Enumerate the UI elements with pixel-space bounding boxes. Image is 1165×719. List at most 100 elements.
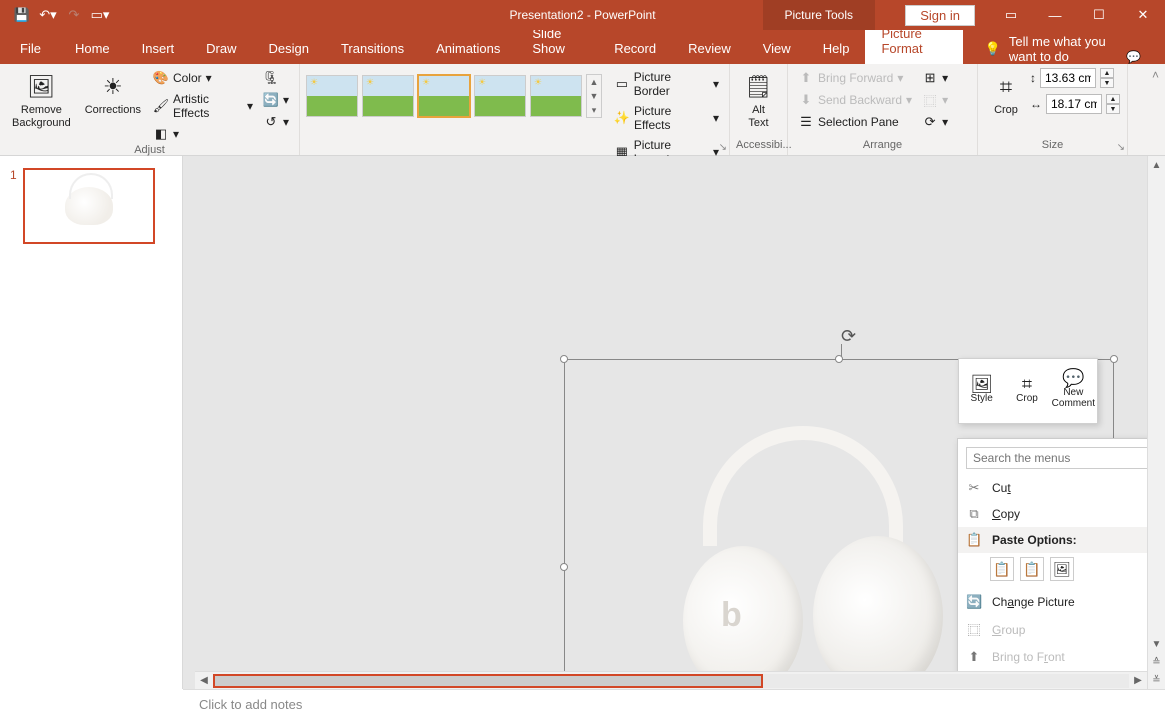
rotate-button[interactable]: ⟳▾ <box>918 112 952 132</box>
align-icon: ⊞ <box>922 70 938 86</box>
tab-draw[interactable]: Draw <box>190 33 252 64</box>
height-spin[interactable]: ▲▼ <box>1100 68 1114 88</box>
picture-border-button[interactable]: ▭Picture Border▾ <box>610 68 723 100</box>
maximize-icon[interactable]: ☐ <box>1077 0 1121 30</box>
artistic-effects-button[interactable]: 🖌Artistic Effects▾ <box>149 90 257 122</box>
mini-style-button[interactable]: 🖼Style <box>959 359 1004 423</box>
crop-button[interactable]: ⌗ Crop <box>984 68 1028 119</box>
selection-pane-button[interactable]: ☰Selection Pane <box>794 112 916 132</box>
handle-ml[interactable] <box>560 563 568 571</box>
ctx-copy[interactable]: ⧉Copy <box>958 501 1165 527</box>
alt-text-button[interactable]: 🗒 Alt Text <box>736 68 781 132</box>
paste-opt-3[interactable]: 🖼 <box>1050 557 1074 581</box>
menu-bar: File Home Insert Draw Design Transitions… <box>0 30 1165 64</box>
slide-thumb[interactable] <box>23 168 155 244</box>
tab-help[interactable]: Help <box>807 33 866 64</box>
slide-thumbnail-1[interactable]: 1 <box>10 168 172 244</box>
slide-canvas[interactable]: ⟳ b 🖼Style ⌗Crop 💬New Comment <box>183 156 1165 689</box>
reset-picture-button[interactable]: ↺▾ <box>259 112 293 132</box>
prev-slide-icon[interactable]: ≙ <box>1148 653 1165 671</box>
width-spin[interactable]: ▲▼ <box>1106 94 1120 114</box>
tab-home[interactable]: Home <box>59 33 126 64</box>
handle-tr[interactable] <box>1110 355 1118 363</box>
close-icon[interactable]: ✕ <box>1121 0 1165 30</box>
tab-insert[interactable]: Insert <box>126 33 191 64</box>
color-button[interactable]: 🎨Color▾ <box>149 68 257 88</box>
paste-opt-2[interactable]: 📋 <box>1020 557 1044 581</box>
hscroll-thumb[interactable] <box>213 674 763 688</box>
send-backward-button[interactable]: ⬇Send Backward▾ <box>794 90 916 110</box>
tab-file[interactable]: File <box>8 33 59 64</box>
tell-me-search[interactable]: 💡 Tell me what you want to do <box>985 34 1126 64</box>
redo-icon[interactable]: ↷ <box>62 3 86 27</box>
styles-dialog-launcher[interactable]: ↘ <box>719 142 727 153</box>
ctx-cut[interactable]: ✂Cut <box>958 475 1165 501</box>
save-icon[interactable]: 💾 <box>10 3 34 27</box>
mini-new-comment-button[interactable]: 💬New Comment <box>1050 359 1097 423</box>
hscroll-track[interactable] <box>213 674 1129 688</box>
picture-effects-button[interactable]: ✨Picture Effects▾ <box>610 102 723 134</box>
next-slide-icon[interactable]: ≚ <box>1148 671 1165 689</box>
tab-record[interactable]: Record <box>598 33 672 64</box>
style-thumb-5[interactable] <box>530 75 582 117</box>
tab-transitions[interactable]: Transitions <box>325 33 420 64</box>
horizontal-scrollbar[interactable]: ◀ ▶ <box>195 671 1147 689</box>
change-pic-icon: 🔄 <box>263 92 279 108</box>
remove-background-button[interactable]: 🖼 Remove Background <box>6 68 77 132</box>
hscroll-left[interactable]: ◀ <box>195 672 213 690</box>
ctx-bring-front: ⬆Bring to Front▶ <box>958 644 1165 670</box>
style-thumb-4[interactable] <box>474 75 526 117</box>
change-picture-ribbon-button[interactable]: 🔄▾ <box>259 90 293 110</box>
tab-view[interactable]: View <box>747 33 807 64</box>
ctx-change-picture[interactable]: 🔄Change Picture▶ <box>958 589 1165 615</box>
align-button[interactable]: ⊞▾ <box>918 68 952 88</box>
quick-access-toolbar: 💾 ↶▾ ↷ ▭▾ <box>0 3 112 27</box>
rotate-icon: ⟳ <box>922 114 938 130</box>
handle-tl[interactable] <box>560 355 568 363</box>
compress-button[interactable]: 🗜 <box>259 68 293 88</box>
size-dialog-launcher[interactable]: ↘ <box>1117 142 1125 153</box>
vscroll-up[interactable]: ▲ <box>1148 156 1165 174</box>
tab-design[interactable]: Design <box>253 33 325 64</box>
title-bar: 💾 ↶▾ ↷ ▭▾ Presentation2 - PowerPoint Pic… <box>0 0 1165 30</box>
transparency-button[interactable]: ◧▾ <box>149 124 257 144</box>
send-backward-icon: ⬇ <box>798 92 814 108</box>
rotate-handle-icon[interactable]: ⟳ <box>841 326 856 347</box>
ctx-cut-label: Cut <box>992 481 1011 495</box>
width-input[interactable] <box>1046 94 1102 114</box>
style-thumb-3[interactable] <box>418 75 470 117</box>
corrections-button[interactable]: ☀ Corrections <box>79 68 147 119</box>
headphone-image[interactable]: b <box>663 426 943 689</box>
notes-pane[interactable]: Click to add notes <box>183 689 1165 719</box>
height-input[interactable] <box>1040 68 1096 88</box>
effects-label: Picture Effects <box>634 104 709 132</box>
group-button[interactable]: ⿴▾ <box>918 90 952 110</box>
tab-animations[interactable]: Animations <box>420 33 516 64</box>
vscroll-down[interactable]: ▼ <box>1148 635 1165 653</box>
hscroll-right[interactable]: ▶ <box>1129 672 1147 690</box>
paste-opt-1[interactable]: 📋 <box>990 557 1014 581</box>
color-icon: 🎨 <box>153 70 169 86</box>
undo-icon[interactable]: ↶▾ <box>36 3 60 27</box>
style-thumb-1[interactable] <box>306 75 358 117</box>
contextual-tab-picture-tools[interactable]: Picture Tools <box>763 0 875 30</box>
ribbon-group-size: ⌗ Crop ↕ ▲▼ ↔ ▲▼ Size ↘ <box>978 64 1128 155</box>
comments-icon[interactable]: 💬 <box>1126 50 1141 64</box>
ctx-search-input[interactable] <box>966 447 1165 469</box>
gallery-scroll[interactable]: ▲▼▾ <box>586 74 602 118</box>
picture-style-gallery[interactable]: ▲▼▾ <box>306 68 602 118</box>
mini-style-icon: 🖼 <box>970 379 993 390</box>
minimize-icon[interactable]: — <box>1033 0 1077 30</box>
start-from-beginning-icon[interactable]: ▭▾ <box>88 3 112 27</box>
transparency-icon: ◧ <box>153 126 169 142</box>
style-thumb-2[interactable] <box>362 75 414 117</box>
vertical-scrollbar[interactable]: ▲ ▼ ≙ ≚ <box>1147 156 1165 689</box>
collapse-ribbon-icon[interactable]: ˄ <box>1152 68 1159 82</box>
bring-forward-button[interactable]: ⬆Bring Forward▾ <box>794 68 916 88</box>
mini-crop-button[interactable]: ⌗Crop <box>1004 359 1049 423</box>
handle-tc[interactable] <box>835 355 843 363</box>
sign-in-button[interactable]: Sign in <box>905 5 975 26</box>
slide-number: 1 <box>10 168 17 182</box>
tab-review[interactable]: Review <box>672 33 747 64</box>
ribbon-display-icon[interactable]: ▭ <box>989 0 1033 30</box>
